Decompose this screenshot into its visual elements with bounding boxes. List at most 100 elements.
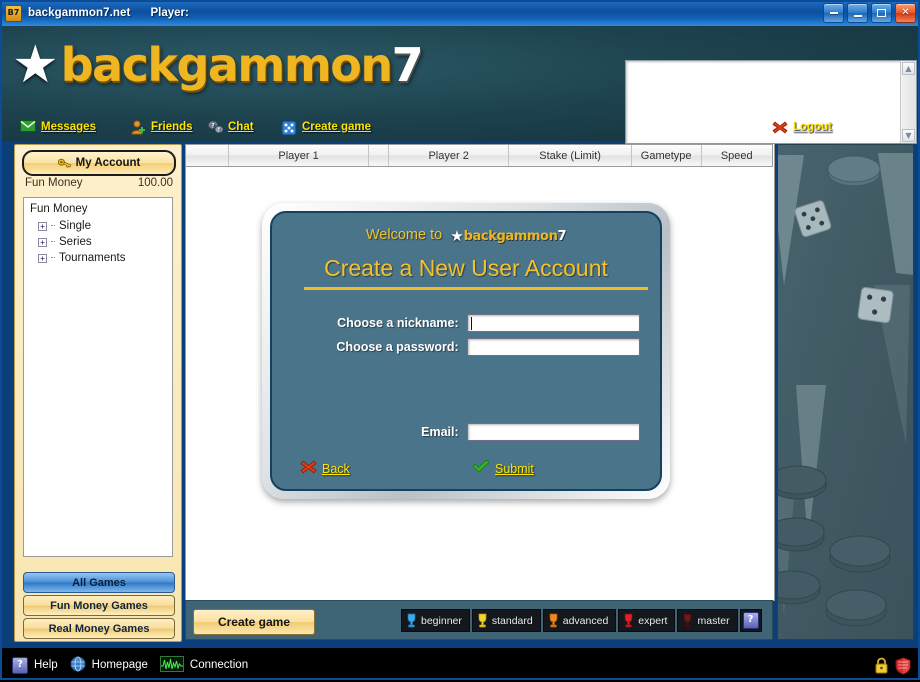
status-label-homepage: Homepage	[91, 659, 148, 671]
balance-value: 100.00	[137, 177, 173, 189]
star-icon: ★	[450, 227, 464, 245]
board-preview-image	[777, 144, 914, 640]
mini-brand: backgammon	[463, 229, 558, 244]
filter-fun-money-games[interactable]: Fun Money Games	[23, 595, 175, 616]
back-label: Back	[322, 461, 350, 476]
nav-label-chat: Chat	[228, 121, 254, 133]
nav-label-create-game: Create game	[302, 121, 372, 133]
legend-item-standard[interactable]: standard	[471, 609, 541, 632]
nav-item-create-game[interactable]: Create game	[281, 120, 372, 136]
filter-label-fun: Fun Money Games	[50, 599, 148, 612]
create-game-button[interactable]: Create game	[193, 609, 315, 635]
status-item-homepage[interactable]: Homepage	[70, 656, 148, 675]
column-header-stake[interactable]: Stake (Limit)	[509, 145, 632, 166]
window-title-bar: B7 backgammon7.net Player: ✕	[0, 0, 920, 27]
dice-icon	[281, 120, 297, 136]
games-tree[interactable]: Fun Money + Single + Series + Tournament…	[23, 197, 173, 557]
my-account-label: My Account	[75, 157, 141, 169]
site-logo: ★ backgammon7	[12, 38, 424, 92]
legend-label-expert: expert	[638, 614, 668, 627]
minimize-icon	[848, 4, 867, 22]
status-indicators	[874, 648, 911, 682]
skill-legend: beginner standard advanced expert master…	[401, 609, 762, 632]
expander-icon[interactable]: +	[38, 237, 47, 247]
left-sidebar: My Account Fun Money 100.00 Fun Money + …	[14, 144, 182, 642]
app-icon: B7	[5, 4, 22, 22]
column-header-gametype[interactable]: Gametype	[632, 145, 702, 166]
welcome-text: Welcome to	[365, 227, 443, 243]
filter-label-all: All Games	[72, 576, 126, 589]
tree-connector	[51, 257, 55, 259]
nav-label-messages: Messages	[41, 121, 96, 133]
column-header-speed[interactable]: Speed	[702, 145, 773, 166]
main-nav: Messages Friends ?! Chat Create game Log…	[0, 118, 920, 141]
application-window: B7 backgammon7.net Player: ✕ ★ backgammo…	[0, 0, 920, 682]
legend-label-beginner: beginner	[421, 614, 462, 627]
tree-connector	[51, 225, 55, 227]
trophy-icon	[478, 613, 487, 628]
column-header-player2[interactable]: Player 2	[389, 145, 510, 166]
status-item-connection[interactable]: Connection	[159, 655, 249, 675]
minimize-button[interactable]	[847, 3, 868, 23]
dialog-title-underline	[304, 287, 648, 290]
column-header-0[interactable]	[186, 145, 229, 166]
column-header-player1[interactable]: Player 1	[229, 145, 370, 166]
legend-item-beginner[interactable]: beginner	[401, 609, 470, 632]
legend-label-standard: standard	[491, 614, 533, 627]
trophy-icon	[549, 613, 558, 628]
tree-connector	[51, 241, 55, 243]
player-label: Player:	[150, 7, 189, 19]
maximize-button[interactable]	[871, 3, 892, 23]
scroll-up-icon[interactable]: ▲	[902, 62, 915, 75]
my-account-button[interactable]: My Account	[22, 150, 176, 176]
expander-icon[interactable]: +	[38, 221, 47, 231]
email-input[interactable]	[466, 423, 640, 441]
tree-label-tournaments: Tournaments	[59, 252, 126, 264]
nav-item-messages[interactable]: Messages	[20, 120, 96, 134]
field-row-nickname: Choose a nickname:	[320, 314, 640, 332]
logo-wordmark: backgammon7	[60, 38, 424, 92]
nav-label-friends: Friends	[151, 121, 193, 133]
shield-icon[interactable]	[895, 656, 911, 675]
tree-node-single[interactable]: + Single	[38, 220, 91, 232]
key-icon	[57, 158, 72, 169]
nav-item-logout[interactable]: Logout	[772, 120, 832, 134]
legend-item-expert[interactable]: expert	[618, 609, 676, 632]
backgammon-board-photo	[778, 145, 913, 639]
legend-help-button[interactable]: ?	[739, 609, 762, 632]
legend-item-advanced[interactable]: advanced	[542, 609, 617, 632]
password-input[interactable]	[466, 338, 640, 356]
create-account-dialog: Welcome to ★ backgammon7 Create a New Us…	[262, 203, 670, 499]
window-controls: ✕	[823, 3, 916, 23]
close-button[interactable]: ✕	[895, 3, 916, 23]
tree-node-tournaments[interactable]: + Tournaments	[38, 252, 125, 264]
filter-all-games[interactable]: All Games	[23, 572, 175, 593]
password-label: Choose a password:	[336, 340, 459, 354]
trophy-icon	[684, 613, 692, 628]
tree-node-series[interactable]: + Series	[38, 236, 92, 248]
nickname-input[interactable]	[466, 314, 640, 332]
filter-real-money-games[interactable]: Real Money Games	[23, 618, 175, 639]
window-title: backgammon7.net	[28, 7, 131, 19]
nav-item-friends[interactable]: Friends	[130, 120, 193, 135]
balance-label: Fun Money	[25, 177, 83, 189]
restore-small-button[interactable]	[823, 3, 844, 23]
legend-item-master[interactable]: master	[677, 609, 738, 632]
status-item-help[interactable]: ? Help	[12, 656, 58, 674]
close-icon: ✕	[901, 7, 910, 18]
nav-label-logout: Logout	[793, 121, 832, 133]
filter-label-real: Real Money Games	[48, 622, 150, 635]
game-list-header: Player 1 Player 2 Stake (Limit) Gametype…	[185, 144, 773, 167]
submit-link[interactable]: Submit	[472, 459, 534, 478]
expander-icon[interactable]: +	[38, 253, 47, 263]
nav-item-chat[interactable]: ?! Chat	[207, 120, 254, 134]
mini-brand-suffix: 7	[557, 229, 567, 244]
submit-label: Submit	[495, 461, 534, 476]
back-link[interactable]: Back	[300, 459, 350, 478]
status-label-connection: Connection	[189, 659, 249, 671]
column-header-2[interactable]	[369, 145, 389, 166]
field-row-password: Choose a password:	[320, 338, 640, 356]
balance-row: Fun Money 100.00	[25, 177, 173, 189]
lock-icon[interactable]	[874, 657, 888, 674]
trophy-icon	[407, 613, 416, 628]
